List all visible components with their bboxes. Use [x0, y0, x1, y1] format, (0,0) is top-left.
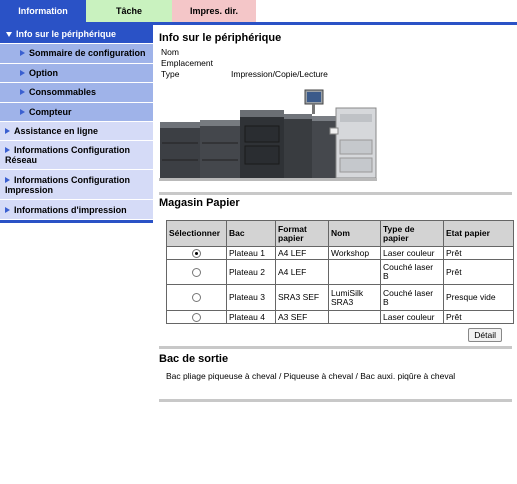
sidebar-item-network-config[interactable]: Informations Configuration Réseau	[0, 141, 153, 170]
tray-3-radio[interactable]	[192, 293, 201, 303]
sidebar-item-label: Informations d'impression	[14, 204, 127, 215]
triangle-right-icon	[20, 89, 25, 96]
col-header-nom: Nom	[328, 220, 381, 247]
cell-format: A4 LEF	[275, 259, 329, 285]
sidebar-item-label: Sommaire de configuration	[29, 48, 146, 59]
detail-row: Détail	[159, 328, 514, 345]
info-key: Emplacement	[161, 58, 213, 68]
sidebar-item-label: Informations Configuration Réseau	[5, 145, 130, 165]
cell-nom: LumiSilk SRA3	[328, 284, 381, 311]
device-info-title: Info sur le périphérique	[159, 32, 282, 44]
sidebar-item-label: Assistance en ligne	[14, 126, 99, 136]
tab-tache[interactable]: Tâche	[86, 0, 172, 22]
cell-bac: Plateau 1	[226, 246, 276, 260]
cell-type: Couché laser B	[380, 259, 444, 285]
info-row: Emplacement	[161, 58, 514, 69]
info-key: Type	[161, 69, 180, 79]
cell-nom	[328, 259, 381, 285]
triangle-right-icon	[5, 128, 10, 134]
cell-bac: Plateau 3	[226, 284, 276, 311]
col-header-select: Sélectionner	[166, 220, 227, 247]
main-content: Info sur le périphérique Nom Emplacement…	[159, 25, 514, 402]
cell-bac: Plateau 4	[226, 310, 276, 324]
info-row: Type Impression/Copie/Lecture	[161, 69, 514, 80]
triangle-right-icon	[5, 206, 10, 213]
cell-nom	[328, 310, 381, 324]
printer-device-image	[159, 89, 377, 181]
sidebar: Info sur le périphérique Sommaire de con…	[0, 25, 153, 223]
col-header-bac: Bac	[226, 220, 276, 247]
sidebar-item-label: Consommables	[29, 87, 97, 98]
triangle-down-icon	[6, 31, 12, 37]
col-header-etat: Etat papier	[443, 220, 514, 247]
divider	[159, 399, 512, 402]
cell-format: SRA3 SEF	[275, 284, 329, 311]
triangle-right-icon	[5, 176, 10, 183]
triangle-right-icon	[5, 147, 10, 153]
divider	[159, 346, 512, 349]
table-row: Plateau 2 A4 LEF Couché laser B Prêt	[166, 259, 514, 285]
sidebar-item-print-config[interactable]: Informations Configuration Impression	[0, 170, 153, 200]
cell-format: A4 LEF	[275, 246, 329, 260]
info-value: Impression/Copie/Lecture	[231, 69, 328, 79]
cell-type: Couché laser B	[380, 284, 444, 311]
cell-etat: Prêt	[443, 246, 514, 260]
table-row: Plateau 1 A4 LEF Workshop Laser couleur …	[166, 246, 514, 260]
top-tabs: Information Tâche Impres. dir.	[0, 0, 517, 25]
sidebar-bottom-line	[0, 220, 153, 223]
sidebar-item-label: Informations Configuration Impression	[5, 174, 130, 195]
triangle-right-icon	[20, 69, 25, 76]
table-row: Plateau 3 SRA3 SEF LumiSilk SRA3 Couché …	[166, 284, 514, 311]
sidebar-item-device-info[interactable]: Info sur le périphérique	[0, 25, 153, 44]
sidebar-item-label: Option	[29, 67, 58, 78]
tray-4-radio[interactable]	[192, 312, 201, 322]
sidebar-item-print-info[interactable]: Informations d'impression	[0, 200, 153, 220]
cell-etat: Prêt	[443, 310, 514, 324]
tab-impres-dir[interactable]: Impres. dir.	[172, 0, 256, 22]
detail-button[interactable]: Détail	[468, 328, 502, 342]
info-key: Nom	[161, 47, 179, 57]
cell-etat: Prêt	[443, 259, 514, 285]
sidebar-subitem-counter[interactable]: Compteur	[0, 102, 153, 122]
sidebar-subitem-config-summary[interactable]: Sommaire de configuration	[0, 44, 153, 64]
cell-etat: Presque vide	[443, 284, 514, 311]
sidebar-subitem-consumables[interactable]: Consommables	[0, 83, 153, 103]
device-info-table: Nom Emplacement Type Impression/Copie/Le…	[161, 47, 514, 80]
sidebar-item-label: Compteur	[29, 106, 72, 117]
paper-tray-table: Sélectionner Bac Format papier Nom Type …	[166, 220, 514, 324]
cell-nom: Workshop	[328, 246, 381, 260]
col-header-type: Type de papier	[380, 220, 444, 247]
tray-2-radio[interactable]	[192, 267, 201, 277]
sidebar-item-label: Info sur le périphérique	[16, 29, 117, 39]
sidebar-item-online-assistance[interactable]: Assistance en ligne	[0, 122, 153, 141]
tray-1-radio[interactable]	[192, 248, 201, 258]
divider	[159, 192, 512, 195]
output-tray-text: Bac pliage piqueuse à cheval / Piqueuse …	[166, 371, 456, 381]
cell-format: A3 SEF	[275, 310, 329, 324]
cell-type: Laser couleur	[380, 246, 444, 260]
triangle-right-icon	[20, 50, 25, 57]
col-header-format: Format papier	[275, 220, 329, 247]
sidebar-subitem-option[interactable]: Option	[0, 63, 153, 83]
info-row: Nom	[161, 47, 514, 58]
cell-bac: Plateau 2	[226, 259, 276, 285]
cell-type: Laser couleur	[380, 310, 444, 324]
paper-tray-title: Magasin Papier	[159, 197, 240, 209]
table-row: Plateau 4 A3 SEF Laser couleur Prêt	[166, 310, 514, 324]
tab-information[interactable]: Information	[0, 0, 86, 22]
output-tray-title: Bac de sortie	[159, 353, 229, 365]
triangle-right-icon	[20, 108, 25, 115]
table-header-row: Sélectionner Bac Format papier Nom Type …	[166, 220, 514, 247]
